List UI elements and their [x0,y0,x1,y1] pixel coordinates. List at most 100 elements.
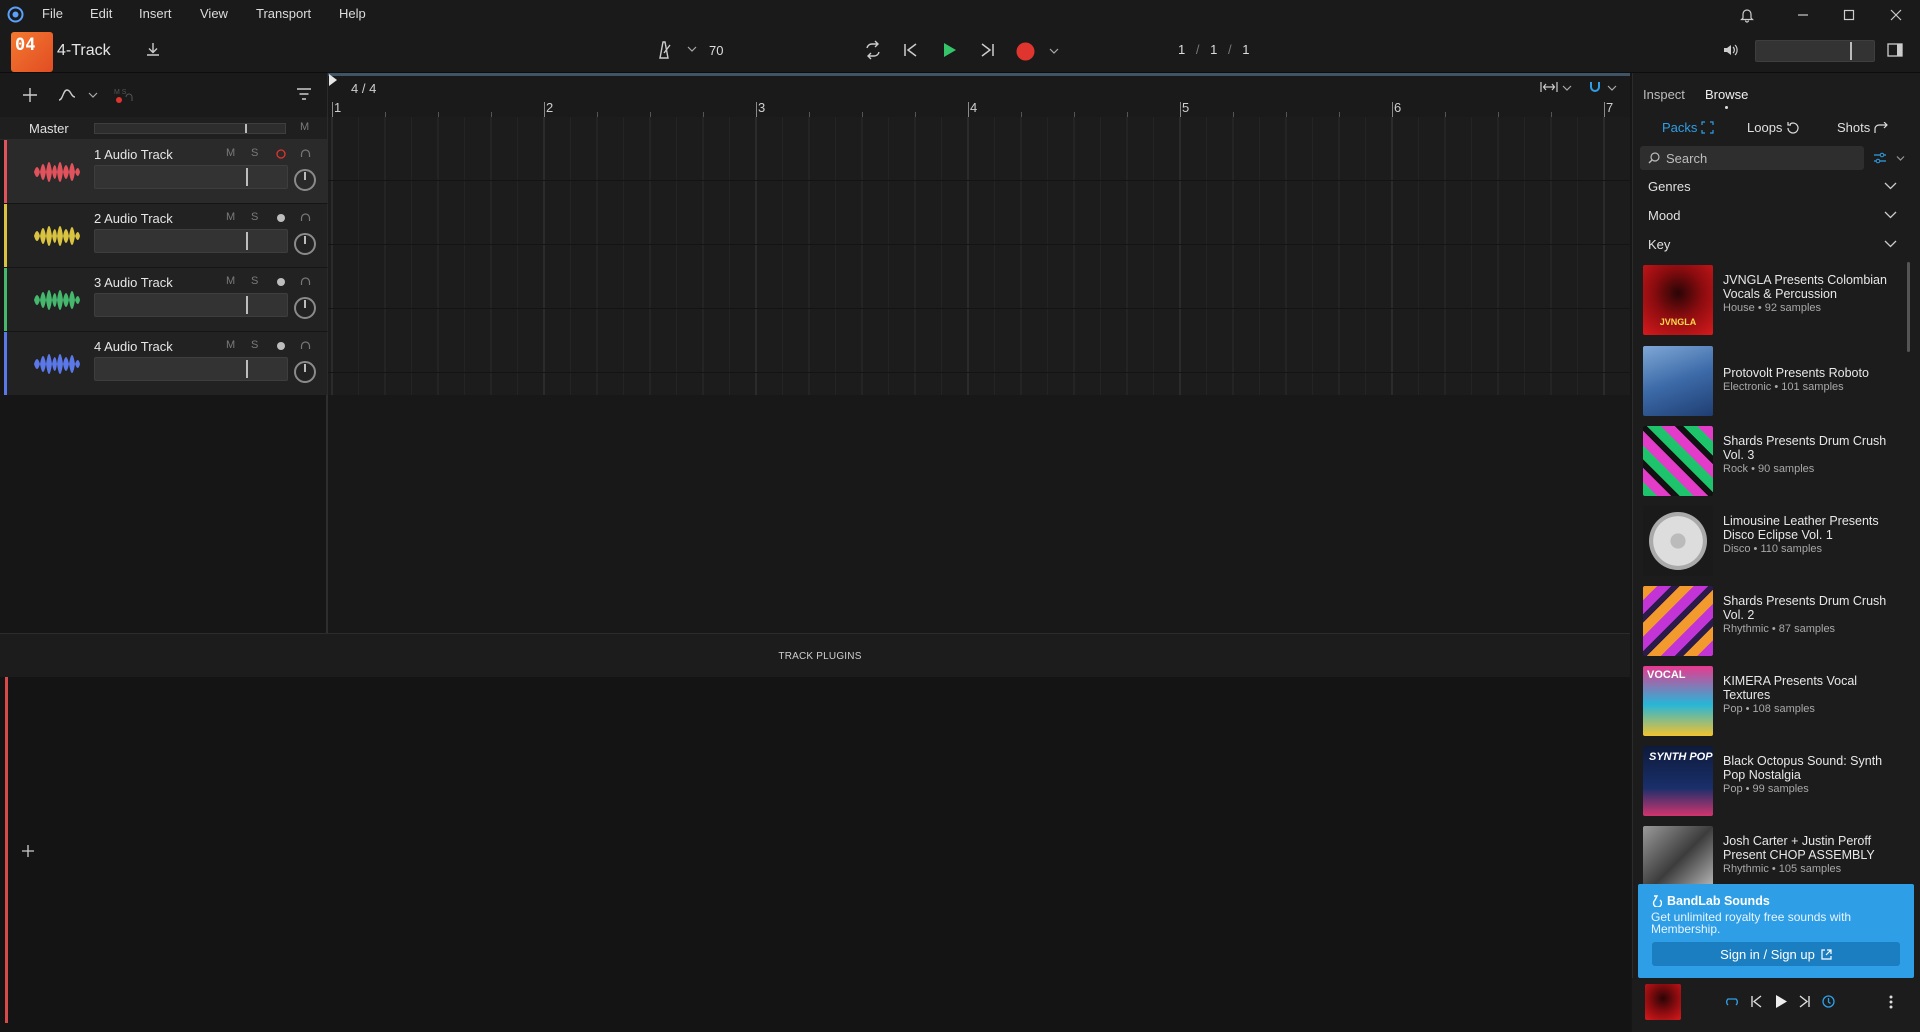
play-preview-icon[interactable] [1775,995,1787,1008]
position-display[interactable]: 1 / 1 / 1 [1178,42,1249,57]
mute-button[interactable]: M [226,339,235,351]
pack-item[interactable]: Limousine Leather Presents Disco Eclipse… [1643,506,1905,578]
menu-transport[interactable]: Transport [256,6,311,21]
audio-track-3[interactable]: 3 Audio Track M S [4,268,328,332]
browser-scrollbar[interactable] [1907,262,1910,352]
fit-timeline-icon[interactable] [1540,81,1558,93]
tab-inspect[interactable]: Inspect [1643,87,1685,102]
subtab-loops[interactable]: Loops [1747,120,1800,135]
next-sample-icon[interactable] [1799,995,1811,1008]
solo-button[interactable]: S [251,275,258,287]
now-playing-cover[interactable] [1645,984,1681,1020]
notifications-bell-icon[interactable] [1736,4,1758,26]
previous-sample-icon[interactable] [1750,995,1762,1008]
search-filter-chevron-icon[interactable] [1896,155,1905,162]
sync-tempo-icon[interactable] [1822,995,1835,1008]
track-plugins-panel[interactable] [0,677,1630,1032]
monitor-headphones-icon[interactable] [300,276,311,287]
record-arm-icon[interactable] [276,149,286,159]
subtab-packs[interactable]: Packs [1662,120,1715,135]
filter-genres[interactable]: Genres [1641,173,1905,199]
pan-knob[interactable] [294,297,316,319]
pack-item[interactable]: VOCAL KIMERA Presents Vocal Textures Pop… [1643,666,1905,738]
solo-button[interactable]: S [251,339,258,351]
filter-key[interactable]: Key [1641,231,1905,257]
volume-slider-thumb[interactable] [1850,42,1852,60]
pan-knob[interactable] [294,233,316,255]
filter-tracks-icon[interactable] [296,87,312,101]
pack-item[interactable]: Shards Presents Drum Crush Vol. 3 Rock •… [1643,426,1905,498]
add-plugin-icon[interactable] [21,844,35,858]
sign-in-button[interactable]: Sign in / Sign up [1652,942,1900,966]
project-badge[interactable]: 04 [11,32,53,72]
track-volume-fader[interactable] [94,229,288,253]
pack-item[interactable]: Protovolt Presents Roboto Electronic • 1… [1643,346,1905,418]
skip-forward-icon[interactable] [978,41,996,59]
fader-thumb[interactable] [246,168,248,186]
fader-thumb[interactable] [246,296,248,314]
metronome-icon[interactable] [654,40,674,60]
add-track-icon[interactable] [22,87,38,103]
record-icon[interactable] [1016,42,1035,61]
maximize-window-icon[interactable] [1838,4,1860,26]
track-volume-fader[interactable] [94,293,288,317]
menu-file[interactable]: File [42,6,63,21]
snap-magnet-icon[interactable] [1588,80,1602,94]
monitor-headphones-icon[interactable] [300,148,311,159]
master-volume-fader[interactable] [94,123,286,134]
record-arm-icon[interactable] [276,341,286,351]
menu-view[interactable]: View [200,6,228,21]
master-track[interactable]: Master M [0,117,328,140]
fader-thumb[interactable] [246,232,248,250]
mute-button[interactable]: M [226,275,235,287]
menu-insert[interactable]: Insert [139,6,172,21]
track-list-empty-area[interactable] [0,395,328,633]
automation-dropdown-chevron-icon[interactable] [88,91,98,99]
menu-help[interactable]: Help [339,6,366,21]
record-options-chevron-icon[interactable] [1049,47,1059,55]
track-name[interactable]: 4 Audio Track [94,339,173,354]
track-volume-fader[interactable] [94,165,288,189]
loop-preview-icon[interactable] [1725,996,1739,1008]
tab-browse[interactable]: Browse [1705,87,1748,102]
arrangement-grid[interactable] [328,117,1630,395]
mute-button[interactable]: M [226,147,235,159]
solo-button[interactable]: S [251,147,258,159]
close-window-icon[interactable] [1885,4,1907,26]
mute-button[interactable]: M [226,211,235,223]
audio-track-1[interactable]: 1 Audio Track M S [4,140,328,204]
pack-item[interactable]: Josh Carter + Justin Peroff Present CHOP… [1643,826,1905,884]
timeline-ruler[interactable]: 4 / 4 1234567 [328,73,1630,120]
search-filter-sliders-icon[interactable] [1873,152,1887,164]
subtab-shots[interactable]: Shots [1837,120,1889,135]
loop-icon[interactable] [862,40,884,60]
volume-icon[interactable] [1722,41,1740,59]
project-name[interactable]: 4-Track [57,42,111,60]
record-arm-icon[interactable] [276,213,286,223]
pack-item[interactable]: Shards Presents Drum Crush Vol. 2 Rhythm… [1643,586,1905,658]
pack-item[interactable]: SYNTH POP Black Octopus Sound: Synth Pop… [1643,746,1905,818]
automation-curve-icon[interactable] [58,87,76,103]
play-icon[interactable] [940,41,958,59]
filter-mood[interactable]: Mood [1641,202,1905,228]
track-volume-fader[interactable] [94,357,288,381]
metronome-dropdown-chevron-icon[interactable] [687,45,697,53]
menu-edit[interactable]: Edit [90,6,112,21]
fader-thumb[interactable] [246,360,248,378]
track-name[interactable]: 3 Audio Track [94,275,173,290]
monitor-headphones-icon[interactable] [300,340,311,351]
zoom-dropdown-chevron-icon[interactable] [1562,84,1572,92]
master-fader-thumb[interactable] [245,124,247,133]
audio-track-2[interactable]: 2 Audio Track M S [4,204,328,268]
more-options-icon[interactable] [1889,995,1893,1009]
track-name[interactable]: 2 Audio Track [94,211,173,226]
pack-item[interactable]: JVNGLA JVNGLA Presents Colombian Vocals … [1643,265,1905,337]
toggle-side-panel-icon[interactable] [1886,41,1904,59]
tempo-value[interactable]: 70 [709,43,723,58]
master-volume-slider[interactable] [1755,40,1875,62]
snap-dropdown-chevron-icon[interactable] [1607,84,1617,92]
pan-knob[interactable] [294,361,316,383]
monitor-headphones-icon[interactable] [300,212,311,223]
download-icon[interactable] [144,41,162,59]
pan-knob[interactable] [294,169,316,191]
